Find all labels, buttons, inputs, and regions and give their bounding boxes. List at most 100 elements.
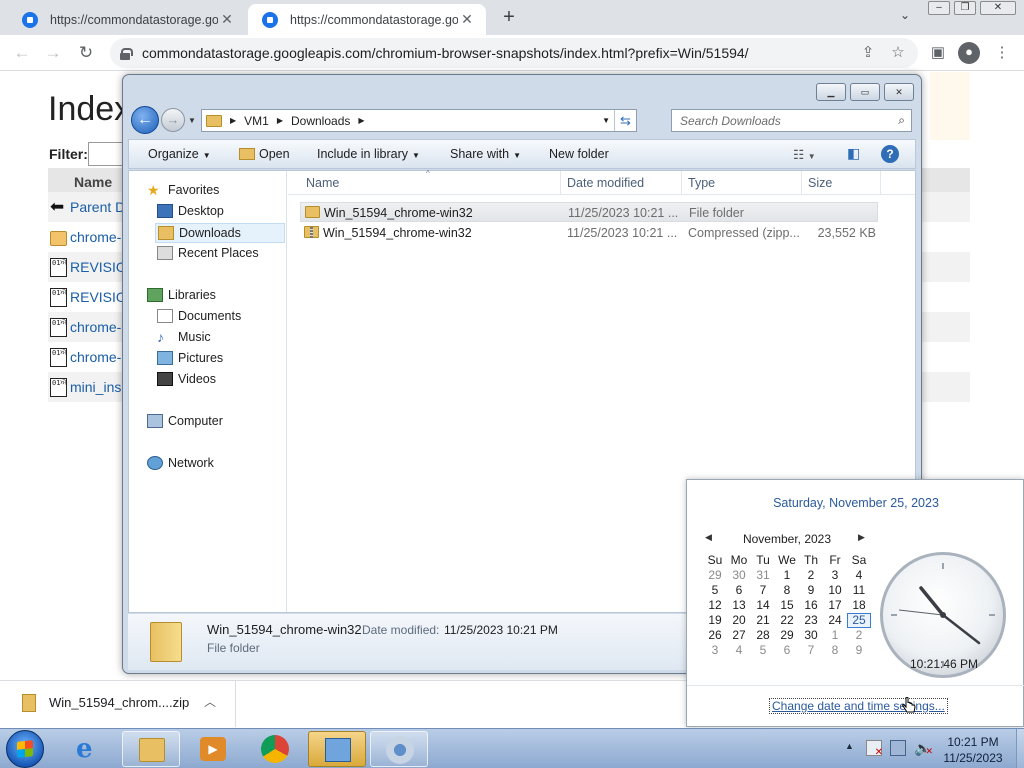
column-divider[interactable] — [880, 171, 881, 195]
nav-network[interactable]: Network — [147, 456, 214, 470]
chevron-up-icon[interactable]: ︿ — [204, 693, 216, 710]
explorer-minimize-button[interactable]: ▁ — [816, 83, 846, 101]
nav-downloads[interactable]: Downloads — [155, 223, 285, 243]
week-row: 3456789 — [711, 643, 863, 657]
start-button[interactable] — [6, 730, 44, 768]
breadcrumb-vm1[interactable]: VM1 — [244, 114, 269, 128]
listing-link[interactable]: chrome- — [70, 349, 121, 365]
nav-videos[interactable]: Videos — [157, 372, 216, 386]
open-button[interactable]: Open — [239, 147, 290, 161]
taskbar-media-player[interactable]: ▶ — [184, 731, 242, 767]
back-arrow-icon[interactable]: ← — [131, 106, 159, 134]
breadcrumb-arrow-icon[interactable]: ▶ — [358, 116, 364, 125]
taskbar-clock[interactable]: 10:21 PM 11/25/2023 — [932, 734, 1014, 766]
nav-desktop[interactable]: Desktop — [157, 204, 224, 218]
filter-input[interactable] — [88, 142, 124, 166]
help-icon[interactable]: ? — [881, 145, 899, 163]
breadcrumb-downloads[interactable]: Downloads — [291, 114, 350, 128]
preview-pane-icon[interactable]: ◧ — [847, 145, 860, 162]
nav-music[interactable]: ♪ Music — [157, 330, 211, 344]
profile-avatar-icon[interactable]: ● — [958, 42, 980, 64]
forward-arrow-icon[interactable]: → — [161, 108, 185, 132]
refresh-icon[interactable]: ⇆ — [614, 110, 636, 131]
column-divider[interactable] — [681, 171, 682, 195]
tab-search-chevron-icon[interactable]: ⌄ — [896, 8, 914, 26]
zip-folder-icon — [304, 226, 319, 238]
file-row-folder[interactable]: Win_51594_chrome-win32 11/25/2023 10:21 … — [300, 202, 878, 222]
back-arrow-icon[interactable]: ← — [12, 43, 32, 63]
today-cell: 25 — [847, 613, 871, 628]
reload-icon[interactable]: ↻ — [76, 43, 96, 63]
action-center-flag-icon[interactable]: ✕ — [866, 740, 883, 758]
next-month-icon[interactable]: ▶ — [858, 532, 865, 543]
change-date-time-settings-link[interactable]: Change date and time settings... — [769, 698, 948, 714]
taskbar-internet-explorer[interactable]: e — [60, 731, 118, 767]
share-icon[interactable]: ⇪ — [858, 43, 878, 63]
week-row: 5 6 7 8 9 10 11 — [711, 583, 866, 597]
listing-link[interactable]: REVISIO — [70, 289, 127, 305]
nav-pictures[interactable]: Pictures — [157, 351, 223, 365]
close-window-button[interactable]: ✕ — [980, 1, 1016, 15]
recent-places-icon — [157, 246, 173, 260]
organize-button[interactable]: Organize ▼ — [148, 147, 211, 161]
show-desktop-button[interactable] — [1016, 729, 1024, 768]
long-date-link[interactable]: Saturday, November 25, 2023 — [687, 496, 1024, 510]
minimize-button[interactable]: – — [928, 1, 950, 15]
change-view-icon[interactable]: ☷ ▼ — [793, 147, 816, 162]
explorer-close-button[interactable]: ✕ — [884, 83, 914, 101]
previous-month-icon[interactable]: ◀ — [705, 532, 712, 543]
breadcrumb-arrow-icon[interactable]: ▶ — [230, 116, 236, 125]
history-dropdown-icon[interactable]: ▼ — [188, 116, 196, 125]
search-downloads-input[interactable]: Search Downloads ⌕ — [671, 109, 912, 132]
close-tab-icon[interactable]: ✕ — [218, 11, 236, 29]
browser-tab-active[interactable]: https://commondatastorage.goo ✕ — [248, 4, 486, 35]
forward-arrow-icon[interactable]: → — [43, 43, 63, 63]
file-row-zip[interactable]: Win_51594_chrome-win32 11/25/2023 10:21 … — [300, 223, 878, 243]
listing-link[interactable]: REVISIO — [70, 259, 127, 275]
search-icon[interactable]: ⌕ — [898, 113, 905, 128]
taskbar-chromium[interactable] — [370, 731, 428, 767]
nav-libraries[interactable]: Libraries — [147, 288, 216, 302]
new-tab-button[interactable]: + — [498, 6, 520, 28]
bookmark-star-icon[interactable]: ☆ — [888, 43, 908, 63]
column-type[interactable]: Type — [688, 176, 715, 190]
explorer-maximize-button[interactable]: ▭ — [850, 83, 880, 101]
digital-time: 10:21:46 PM — [909, 657, 979, 671]
nav-computer[interactable]: Computer — [147, 414, 223, 428]
column-size[interactable]: Size — [808, 176, 832, 190]
calendar-month[interactable]: November, 2023 — [737, 532, 837, 546]
listing-link[interactable]: Parent D — [70, 199, 125, 215]
nav-favorites[interactable]: ★ Favorites — [147, 183, 219, 197]
new-folder-button[interactable]: New folder — [549, 147, 609, 161]
restore-button[interactable]: ❐ — [954, 1, 976, 15]
volume-muted-icon[interactable]: 🔈 ✕ — [914, 740, 933, 756]
column-date-modified[interactable]: Date modified — [567, 176, 644, 190]
browser-tab[interactable]: https://commondatastorage.goo ✕ — [8, 4, 246, 35]
taskbar-control-panel[interactable] — [308, 731, 366, 767]
column-divider[interactable] — [560, 171, 561, 195]
show-hidden-icons-icon[interactable]: ▲ — [845, 741, 854, 751]
address-bar[interactable]: commondatastorage.googleapis.com/chromiu… — [110, 38, 918, 68]
listing-link[interactable]: chrome- — [70, 229, 121, 245]
more-menu-icon[interactable]: ⋮ — [992, 43, 1012, 63]
download-item[interactable]: Win_51594_chrom....zip ︿ — [0, 681, 236, 727]
side-panel-icon[interactable]: ▣ — [928, 43, 948, 63]
taskbar-chrome[interactable] — [246, 731, 304, 767]
address-dropdown-icon[interactable]: ▼ — [602, 116, 610, 125]
column-name[interactable]: Name — [306, 176, 339, 190]
sort-ascending-icon: ^ — [426, 169, 430, 178]
taskbar-windows-explorer[interactable] — [122, 731, 180, 767]
listing-link[interactable]: mini_ins — [70, 379, 121, 395]
network-status-icon[interactable] — [890, 740, 906, 756]
breadcrumb-arrow-icon[interactable]: ▶ — [277, 116, 283, 125]
listing-link[interactable]: chrome- — [70, 319, 121, 335]
share-with-button[interactable]: Share with ▼ — [450, 147, 521, 161]
column-divider[interactable] — [801, 171, 802, 195]
close-tab-icon[interactable]: ✕ — [458, 11, 476, 29]
name-column-header[interactable]: Name — [74, 174, 112, 190]
nav-recent-places[interactable]: Recent Places — [157, 246, 259, 260]
include-in-library-button[interactable]: Include in library ▼ — [317, 147, 420, 161]
back-arrow-icon: ⬅ — [50, 197, 65, 216]
explorer-address-bar[interactable]: ▶ VM1 ▶ Downloads ▶ ▼ ⇆ — [201, 109, 637, 132]
nav-documents[interactable]: Documents — [157, 309, 241, 323]
